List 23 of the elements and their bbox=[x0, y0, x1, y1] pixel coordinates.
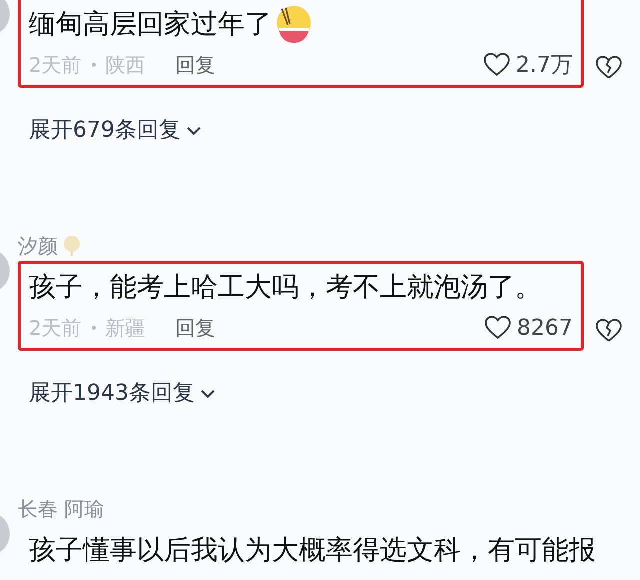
comment-text: 孩子，能考上哈工大吗，考不上就泡汤了。 bbox=[29, 271, 542, 305]
like-count: 2.7万 bbox=[516, 52, 573, 80]
badge-icon bbox=[62, 235, 82, 257]
comment-time: 2天前 bbox=[29, 315, 82, 342]
like-count: 8267 bbox=[517, 314, 573, 342]
comment-time: 2天前 bbox=[29, 52, 82, 79]
comment-text: 缅甸高层回家过年了 bbox=[29, 8, 272, 42]
reply-button[interactable]: 回复 bbox=[176, 313, 216, 343]
heart-icon[interactable] bbox=[484, 53, 510, 77]
chevron-down-icon bbox=[201, 388, 215, 398]
broken-heart-icon[interactable] bbox=[596, 319, 622, 343]
reply-button[interactable]: 回复 bbox=[176, 50, 216, 80]
username[interactable]: 长春 阿瑜 bbox=[18, 494, 104, 524]
emoji-icon bbox=[274, 5, 314, 45]
comment-text: 孩子懂事以后我认为大概率得选文科，有可能报 bbox=[29, 534, 596, 568]
username[interactable]: 汐颜 bbox=[18, 231, 58, 261]
comment-location: 陕西 bbox=[106, 52, 146, 79]
expand-replies-button[interactable]: 展开1943条回复 bbox=[29, 377, 215, 410]
heart-icon[interactable] bbox=[485, 316, 511, 340]
broken-heart-icon[interactable] bbox=[596, 56, 622, 80]
expand-replies-button[interactable]: 展开679条回复 bbox=[29, 114, 201, 147]
comment-location: 新疆 bbox=[106, 315, 146, 342]
chevron-down-icon bbox=[187, 126, 201, 136]
